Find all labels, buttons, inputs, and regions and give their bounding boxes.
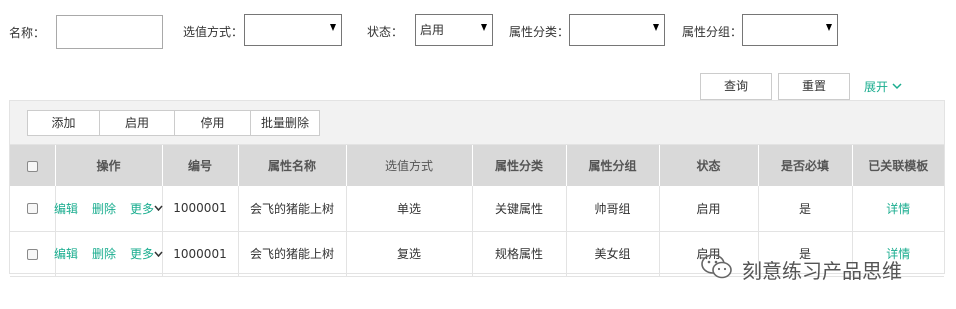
header-actions: 操作 bbox=[55, 145, 163, 186]
table-toolbar: 添加 启用 停用 批量删除 bbox=[10, 101, 944, 145]
reset-button[interactable]: 重置 bbox=[778, 73, 850, 100]
cell-attribute-name: 会飞的猪能上树 bbox=[238, 231, 347, 277]
row-select-cell bbox=[10, 186, 56, 232]
row-actions: 编辑 删除 更多 bbox=[54, 186, 163, 232]
status-value: 启用 bbox=[420, 23, 445, 37]
more-label: 更多 bbox=[130, 247, 155, 261]
chevron-down-icon bbox=[154, 251, 163, 257]
more-label: 更多 bbox=[130, 201, 155, 216]
header-group: 属性分组 bbox=[566, 145, 660, 186]
row-checkbox[interactable] bbox=[26, 248, 38, 260]
expand-label: 展开 bbox=[864, 80, 889, 94]
dropdown-arrow-icon bbox=[481, 24, 487, 31]
category-label: 属性分类： bbox=[509, 25, 570, 39]
cell-selection-method: 复选 bbox=[346, 231, 473, 277]
cell-category: 规格属性 bbox=[472, 231, 567, 277]
select-all-checkbox[interactable] bbox=[26, 160, 38, 172]
group-label: 属性分组： bbox=[682, 25, 743, 39]
selection-method-select[interactable] bbox=[244, 14, 342, 46]
disable-button[interactable]: 停用 bbox=[174, 110, 251, 136]
selection-method-label: 选值方式： bbox=[183, 25, 244, 39]
cell-attribute-name: 会飞的猪能上树 bbox=[238, 186, 347, 232]
cell-selection-method: 单选 bbox=[346, 186, 473, 232]
header-attribute-name: 属性名称 bbox=[238, 145, 347, 186]
more-menu[interactable]: 更多 bbox=[130, 200, 163, 217]
cell-required: 是 bbox=[758, 186, 853, 232]
expand-toggle[interactable]: 展开 bbox=[864, 78, 902, 95]
header-selection-method: 选值方式 bbox=[346, 145, 473, 186]
more-menu[interactable]: 更多 bbox=[130, 245, 163, 262]
watermark-text: 刻意练习产品思维 bbox=[742, 259, 902, 283]
header-required: 是否必填 bbox=[758, 145, 853, 186]
header-category: 属性分类 bbox=[472, 145, 567, 186]
add-button[interactable]: 添加 bbox=[27, 110, 100, 136]
table-header-row: 操作 编号 属性名称 选值方式 属性分类 属性分组 状态 是否必填 已关联模板 bbox=[10, 145, 944, 186]
header-status: 状态 bbox=[659, 145, 759, 186]
edit-link[interactable]: 编辑 bbox=[54, 245, 78, 262]
header-linked-template: 已关联模板 bbox=[852, 145, 944, 186]
delete-link[interactable]: 删除 bbox=[92, 200, 116, 217]
edit-link[interactable]: 编辑 bbox=[54, 200, 78, 217]
chevron-down-icon bbox=[154, 205, 163, 212]
dropdown-arrow-icon bbox=[653, 24, 659, 31]
row-checkbox[interactable] bbox=[26, 203, 38, 215]
data-panel: 添加 启用 停用 批量删除 操作 编号 属性名称 选值方式 属性分类 属性分组 … bbox=[9, 100, 945, 277]
wechat-icon bbox=[700, 253, 734, 286]
category-select[interactable] bbox=[569, 14, 665, 46]
select-all-cell bbox=[10, 145, 56, 186]
row-actions: 编辑 删除 更多 bbox=[54, 231, 163, 277]
header-id: 编号 bbox=[162, 145, 239, 186]
status-select[interactable]: 启用 bbox=[415, 14, 493, 46]
name-input[interactable] bbox=[56, 15, 163, 49]
dropdown-arrow-icon bbox=[330, 24, 336, 31]
query-button[interactable]: 查询 bbox=[700, 73, 772, 100]
cell-group: 帅哥组 bbox=[566, 186, 660, 232]
status-label: 状态： bbox=[367, 25, 404, 39]
delete-link[interactable]: 删除 bbox=[92, 245, 116, 262]
name-label: 名称： bbox=[9, 26, 46, 40]
batch-delete-button[interactable]: 批量删除 bbox=[250, 110, 320, 136]
dropdown-arrow-icon bbox=[826, 24, 832, 31]
enable-button[interactable]: 启用 bbox=[99, 110, 175, 136]
row-select-cell bbox=[10, 231, 56, 277]
table-row: 编辑 删除 更多 1000001 会飞的猪能上树 单选 关键属性 帅哥组 启用 … bbox=[10, 186, 944, 232]
cell-linked-template: 详情 bbox=[852, 186, 944, 232]
cell-id: 1000001 bbox=[162, 231, 239, 277]
cell-id: 1000001 bbox=[162, 186, 239, 232]
group-select[interactable] bbox=[742, 14, 838, 46]
cell-status: 启用 bbox=[659, 186, 759, 232]
details-link[interactable]: 详情 bbox=[886, 202, 910, 216]
chevron-down-icon bbox=[892, 83, 902, 90]
cell-category: 关键属性 bbox=[472, 186, 567, 232]
cell-group: 美女组 bbox=[566, 231, 660, 277]
watermark: 刻意练习产品思维 bbox=[700, 253, 902, 286]
